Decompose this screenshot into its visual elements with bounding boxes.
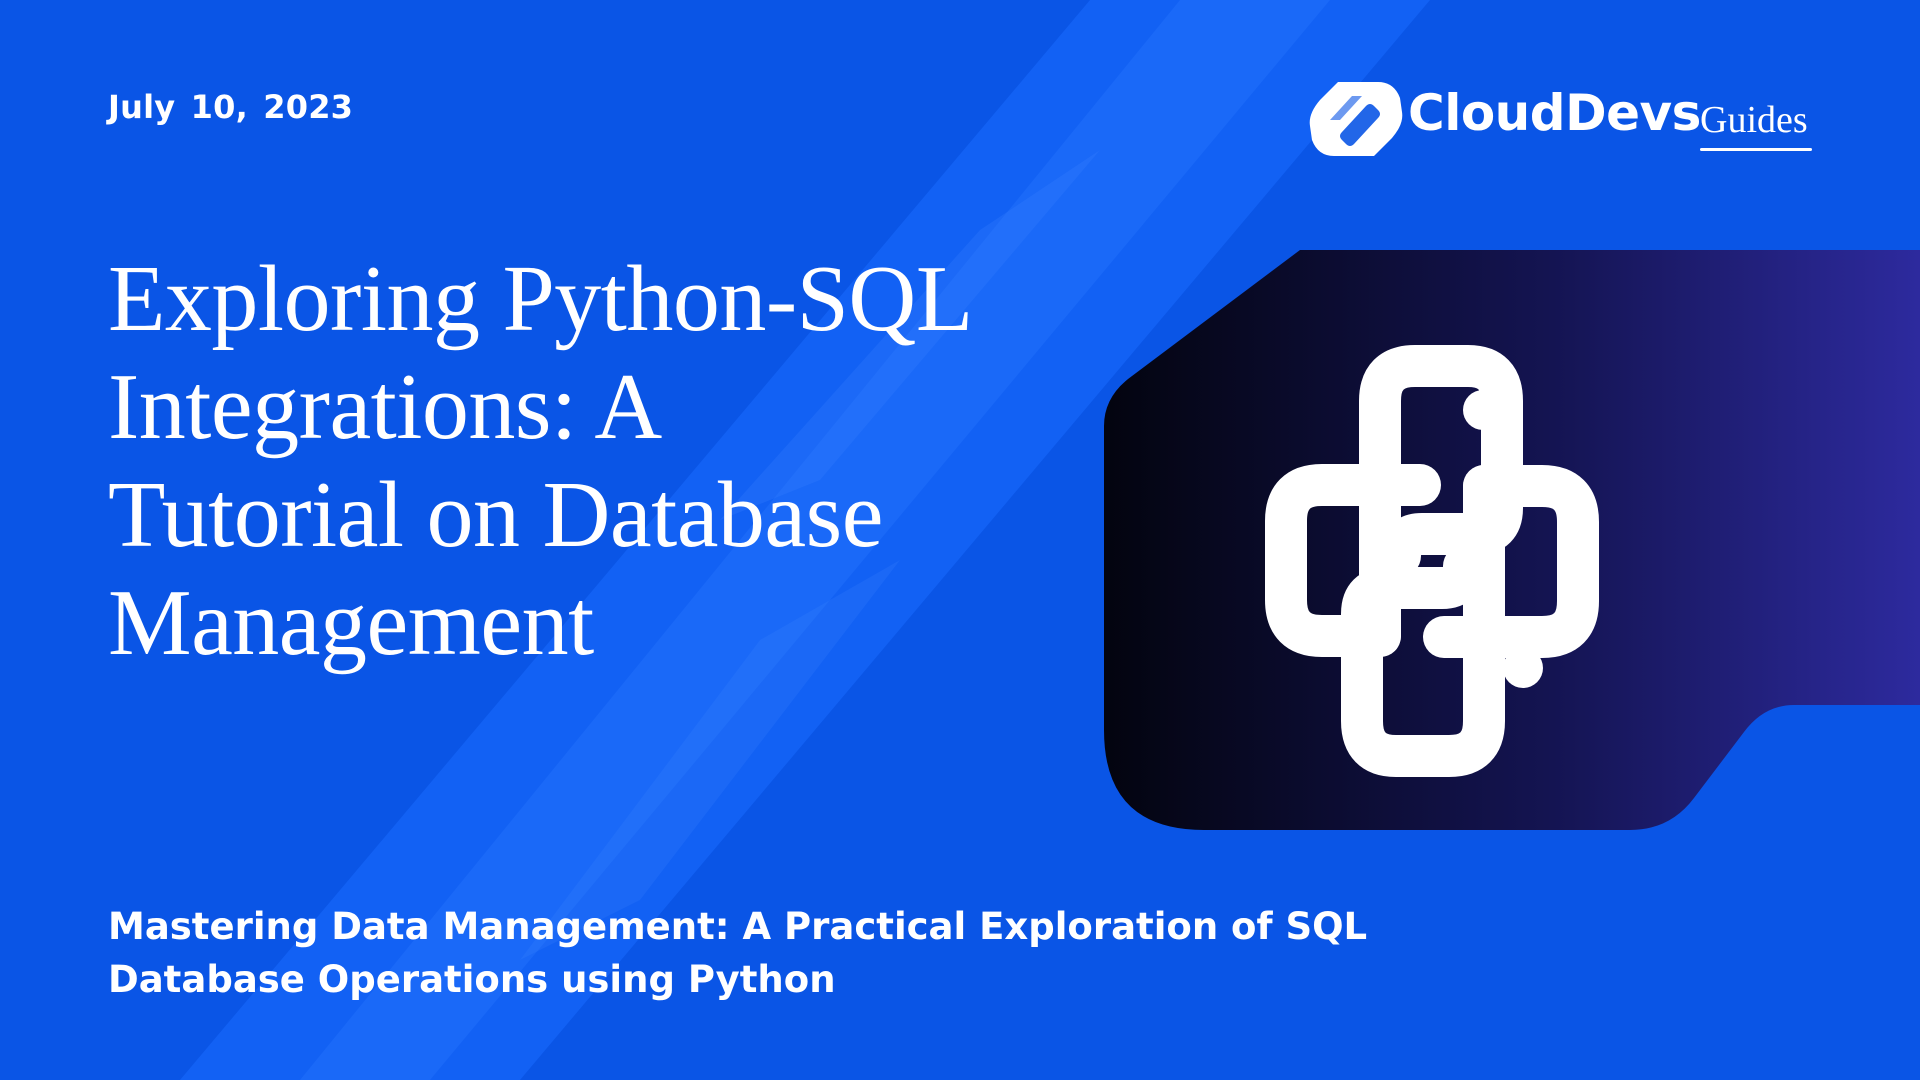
logo-brand-text: CloudDevs [1408, 84, 1701, 142]
clouddevs-logo-icon [1309, 82, 1403, 156]
logo-guides-text: Guides [1700, 99, 1808, 141]
subtitle-line: Database Operations using Python [108, 958, 836, 1001]
logo-underline [1700, 148, 1812, 151]
title-line: Integrations: A [108, 355, 662, 459]
python-eye-top [1463, 390, 1503, 430]
subtitle-line: Mastering Data Management: A Practical E… [108, 905, 1368, 948]
title-line: Management [108, 571, 594, 675]
page-subtitle: Mastering Data Management: A Practical E… [108, 900, 1388, 1006]
publish-date: July 10, 2023 [108, 88, 354, 126]
title-line: Tutorial on Database [108, 463, 883, 567]
title-line: Exploring Python-SQL [108, 247, 973, 351]
python-eye-bottom [1503, 648, 1543, 688]
page-title: Exploring Python-SQL Integrations: A Tut… [108, 245, 1108, 677]
python-card [1104, 250, 1920, 830]
brand-logo[interactable]: CloudDevs Guides [1308, 76, 1828, 160]
